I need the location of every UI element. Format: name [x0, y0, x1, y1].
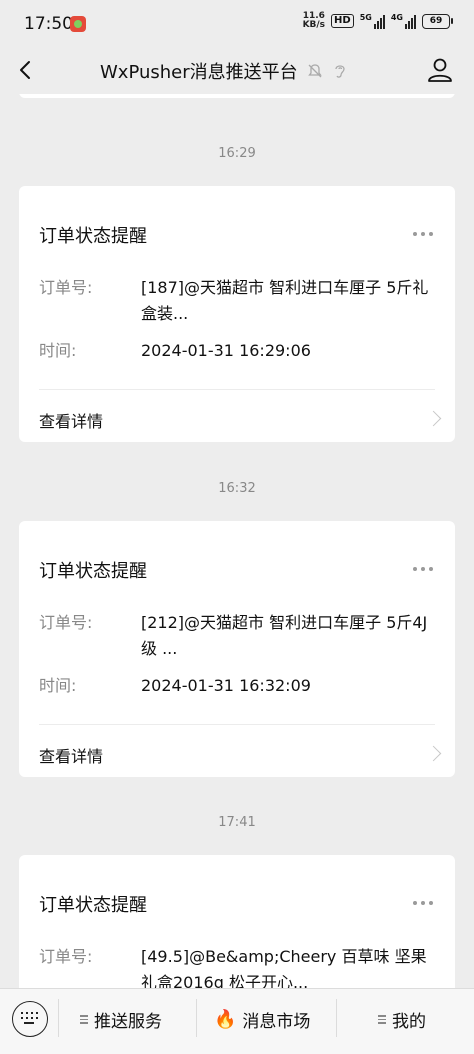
menu-list-icon: [378, 1015, 386, 1024]
more-options-icon[interactable]: [413, 567, 433, 571]
message-card[interactable]: 订单状态提醒 订单号: [49.5]@Be&amp;Cheery 百草味 坚果礼…: [19, 855, 455, 988]
menu-separator: [58, 999, 59, 1037]
net1-label: 5G: [359, 13, 372, 22]
bottom-menu-bar: 推送服务 🔥 消息市场 我的: [0, 988, 474, 1054]
message-card[interactable]: 订单状态提醒 订单号: [212]@天猫超市 智利进口车厘子 5斤4J级 ...…: [19, 521, 455, 777]
nav-bar: WxPusher消息推送平台: [0, 46, 474, 94]
view-details-link[interactable]: 查看详情: [39, 743, 103, 767]
order-value: [187]@天猫超市 智利进口车厘子 5斤礼盒装...: [141, 278, 429, 323]
signal-4g-icon: 4G: [391, 13, 416, 29]
message-card[interactable]: 订单状态提醒 订单号: [187]@天猫超市 智利进口车厘子 5斤礼盒装... …: [19, 186, 455, 442]
chevron-right-icon: [425, 410, 442, 427]
menu-message-market[interactable]: 🔥 消息市场: [214, 1007, 310, 1032]
order-value: [49.5]@Be&amp;Cheery 百草味 坚果礼盒2016g 松子开心.…: [141, 947, 427, 988]
order-value: [212]@天猫超市 智利进口车厘子 5斤4J级 ...: [141, 613, 428, 658]
card-title: 订单状态提醒: [39, 895, 147, 916]
card-title: 订单状态提醒: [39, 561, 147, 582]
signal-5g-icon: 5G: [360, 13, 385, 29]
keyboard-icon[interactable]: [12, 1001, 48, 1037]
card-title: 订单状态提醒: [39, 226, 147, 247]
chevron-right-icon: [425, 745, 442, 762]
card-divider: [39, 389, 435, 390]
user-profile-icon[interactable]: [426, 56, 454, 84]
menu-item-label: 消息市场: [242, 1012, 311, 1032]
order-label: 订单号:: [39, 278, 93, 297]
net2-label: 4G: [390, 13, 403, 22]
message-time: 16:32: [218, 481, 256, 496]
status-time: 17:50: [24, 14, 73, 34]
status-indicators: 11.6 KB/s HD 5G 4G 69: [303, 12, 453, 30]
fire-icon: 🔥: [214, 1009, 237, 1030]
view-details-link[interactable]: 查看详情: [39, 408, 103, 432]
time-label: 时间:: [39, 676, 77, 695]
message-list[interactable]: 16:29 订单状态提醒 订单号: [187]@天猫超市 智利进口车厘子 5斤礼…: [0, 94, 474, 988]
time-value: 2024-01-31 16:32:09: [141, 676, 311, 695]
card-divider: [39, 724, 435, 725]
menu-separator: [196, 999, 197, 1037]
menu-item-label: 我的: [392, 1012, 426, 1032]
mute-bell-icon: [307, 64, 322, 78]
battery-icon: 69: [422, 13, 453, 29]
battery-level: 69: [429, 16, 443, 26]
app-notification-icon: [70, 16, 86, 32]
ear-icon: [335, 65, 345, 78]
menu-mine[interactable]: 我的: [378, 1007, 426, 1032]
time-value: 2024-01-31 16:29:06: [141, 341, 311, 360]
nav-title-group: WxPusher消息推送平台: [100, 58, 348, 84]
menu-item-label: 推送服务: [94, 1012, 162, 1032]
network-speed: 11.6 KB/s: [303, 12, 325, 30]
status-bar: 17:50 11.6 KB/s HD 5G 4G 69: [0, 0, 474, 46]
more-options-icon[interactable]: [413, 901, 433, 905]
more-options-icon[interactable]: [413, 232, 433, 236]
time-label: 时间:: [39, 341, 77, 360]
back-arrow-icon[interactable]: [14, 58, 38, 82]
speed-unit: KB/s: [302, 20, 326, 30]
message-time: 16:29: [218, 146, 256, 161]
menu-push-service[interactable]: 推送服务: [80, 1007, 162, 1032]
hd-icon: HD: [331, 14, 354, 28]
order-label: 订单号:: [39, 613, 93, 632]
page-title: WxPusher消息推送平台: [100, 62, 298, 83]
order-label: 订单号:: [39, 947, 93, 966]
message-time: 17:41: [218, 815, 256, 830]
menu-separator: [336, 999, 337, 1037]
menu-list-icon: [80, 1015, 88, 1024]
previous-card-edge: [19, 94, 455, 98]
